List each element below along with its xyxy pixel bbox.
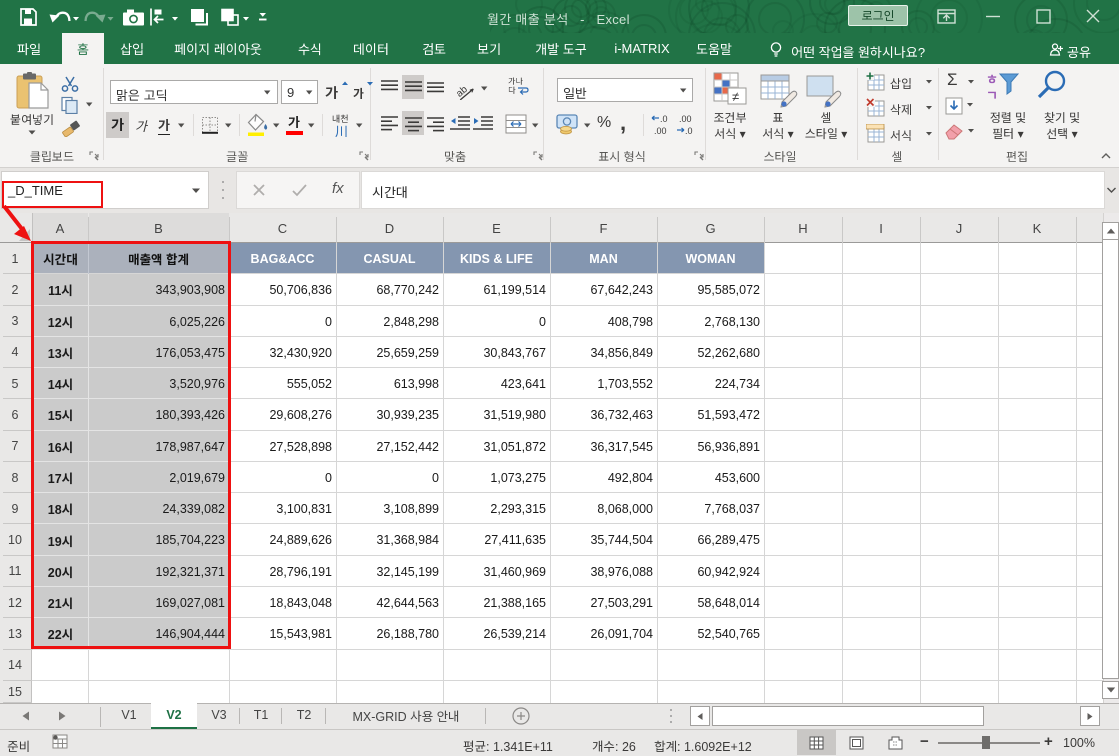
svg-text:ㄱ: ㄱ	[986, 85, 998, 104]
svg-text:.0: .0	[660, 114, 668, 124]
svg-text:ab: ab	[454, 84, 470, 100]
svg-text:≠: ≠	[732, 89, 739, 104]
svg-text:.0: .0	[685, 126, 693, 136]
svg-text:.00: .00	[679, 114, 692, 124]
svg-text:.00: .00	[654, 126, 667, 136]
